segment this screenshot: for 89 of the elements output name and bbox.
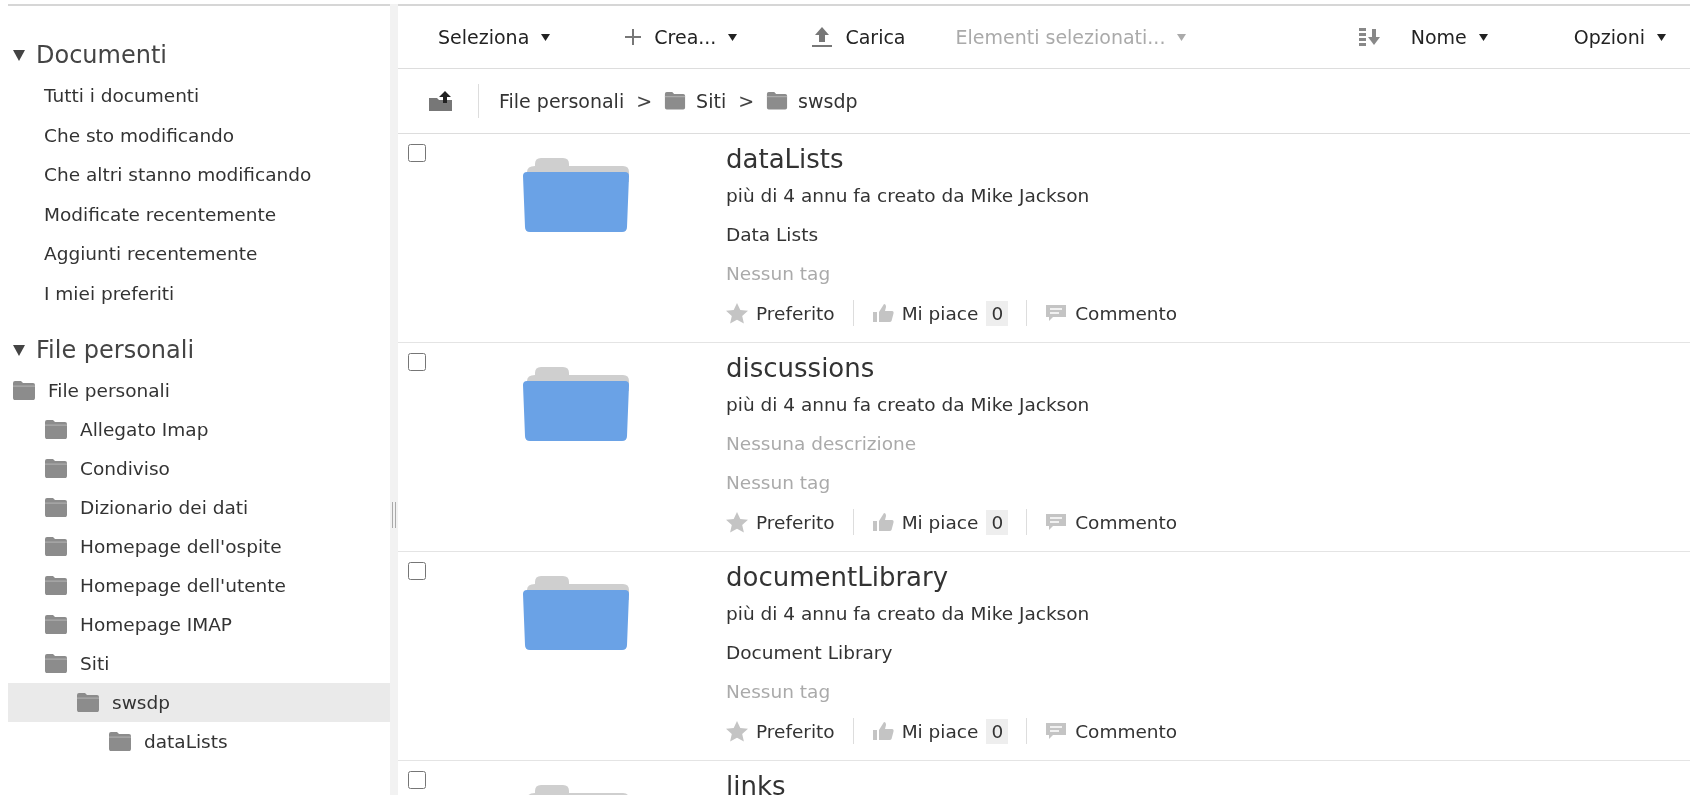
tree-item[interactable]: Allegato Imap (8, 410, 390, 449)
like-link[interactable]: Mi piace (871, 511, 979, 533)
breadcrumb-separator: > (636, 90, 653, 112)
folder-icon (108, 731, 132, 752)
star-icon (726, 302, 748, 324)
nav-link[interactable]: I miei preferiti (8, 273, 175, 313)
tags-info: Nessun tag (726, 471, 832, 495)
collapse-triangle-icon[interactable] (12, 48, 26, 62)
favorite-link[interactable]: Preferito (726, 302, 835, 324)
nav-link[interactable]: Tutti i documenti (8, 76, 200, 116)
folder-icon (44, 614, 68, 635)
description: Nessuna descrizione (726, 432, 918, 456)
caret-icon (728, 33, 738, 41)
tree-item[interactable]: Homepage IMAP (8, 605, 390, 644)
select-checkbox[interactable] (408, 353, 426, 371)
comment-icon (1045, 304, 1068, 322)
breadcrumb-link[interactable]: Siti (696, 90, 727, 112)
tree-item[interactable]: File personali (8, 371, 390, 410)
star-icon (726, 720, 748, 742)
description: Document Library (726, 641, 894, 665)
like-link[interactable]: Mi piace (871, 720, 979, 742)
tree-item[interactable]: Condiviso (8, 449, 390, 488)
nav-link[interactable]: Modificate recentemente (8, 194, 277, 234)
folder-icon (44, 419, 68, 440)
sort-descending-icon[interactable] (1358, 27, 1381, 47)
folder-title[interactable]: discussions (726, 351, 875, 385)
folder-icon (12, 380, 36, 401)
comment-link[interactable]: Commento (1045, 720, 1178, 742)
created-info: più di 4 annu fa creato da Mike Jackson (726, 184, 1091, 208)
like-count: 0 (986, 509, 1009, 535)
comment-link[interactable]: Commento (1045, 302, 1178, 324)
tree-item[interactable]: swsdp (8, 683, 390, 722)
sort-button[interactable]: Nome (1410, 20, 1488, 54)
comment-icon (1045, 722, 1068, 740)
select-checkbox[interactable] (408, 771, 426, 789)
toolbar-button[interactable]: Carica (811, 20, 906, 54)
nav-link[interactable]: Che altri stanno modificando (8, 155, 312, 195)
folder-icon (44, 575, 68, 596)
caret-icon (1657, 33, 1666, 41)
tags-info: Nessun tag (726, 262, 832, 286)
folder-title[interactable]: documentLibrary (726, 560, 949, 594)
tree-item[interactable]: Siti (8, 644, 390, 683)
upload-icon (811, 26, 834, 48)
created-info: più di 4 annu fa creato da Mike Jackson (726, 393, 1091, 417)
breadcrumb-link[interactable]: swsdp (798, 90, 858, 112)
breadcrumb-link[interactable]: File personali (499, 90, 625, 112)
folder-title[interactable]: dataLists (726, 142, 844, 176)
nav-link[interactable]: Che sto modificando (8, 115, 235, 155)
thumbs-up-icon (871, 512, 894, 532)
folder-title[interactable]: links (726, 769, 786, 795)
created-info: più di 4 annu fa creato da Mike Jackson (726, 602, 1091, 626)
folder-icon (44, 536, 68, 557)
select-checkbox[interactable] (408, 144, 426, 162)
folder-icon (664, 92, 687, 110)
favorite-link[interactable]: Preferito (726, 511, 835, 533)
like-count: 0 (986, 718, 1009, 744)
breadcrumb-separator: > (738, 90, 755, 112)
toolbar-button[interactable]: Seleziona (438, 20, 551, 54)
caret-icon (1177, 33, 1187, 41)
description: Data Lists (726, 223, 820, 247)
plus-icon (624, 28, 643, 46)
folder-icon (76, 692, 100, 713)
caret-icon (541, 33, 551, 41)
tags-info: Nessun tag (726, 680, 832, 704)
thumbs-up-icon (871, 721, 894, 741)
folder-icon (44, 497, 68, 518)
collapse-triangle-icon[interactable] (12, 343, 26, 357)
tree-item[interactable]: Dizionario dei dati (8, 488, 390, 527)
star-icon (726, 511, 748, 533)
select-checkbox[interactable] (408, 562, 426, 580)
like-link[interactable]: Mi piace (871, 302, 979, 324)
comment-link[interactable]: Commento (1045, 511, 1178, 533)
toolbar-button[interactable]: Crea... (624, 20, 738, 54)
folder-up-icon[interactable] (428, 90, 454, 112)
options-button[interactable]: Opzioni (1573, 20, 1666, 54)
section-title[interactable]: File personali (36, 336, 195, 364)
folder-icon (44, 653, 68, 674)
favorite-link[interactable]: Preferito (726, 720, 835, 742)
tree-item[interactable]: Homepage dell'utente (8, 566, 390, 605)
thumbs-up-icon (871, 303, 894, 323)
caret-icon (1478, 33, 1488, 41)
like-count: 0 (986, 300, 1009, 326)
folder-icon (766, 92, 789, 110)
section-title[interactable]: Documenti (36, 41, 167, 69)
tree-item[interactable]: dataLists (8, 722, 390, 761)
tree-item[interactable]: Homepage dell'ospite (8, 527, 390, 566)
nav-link[interactable]: Aggiunti recentemente (8, 234, 258, 274)
comment-icon (1045, 513, 1068, 531)
folder-icon (44, 458, 68, 479)
